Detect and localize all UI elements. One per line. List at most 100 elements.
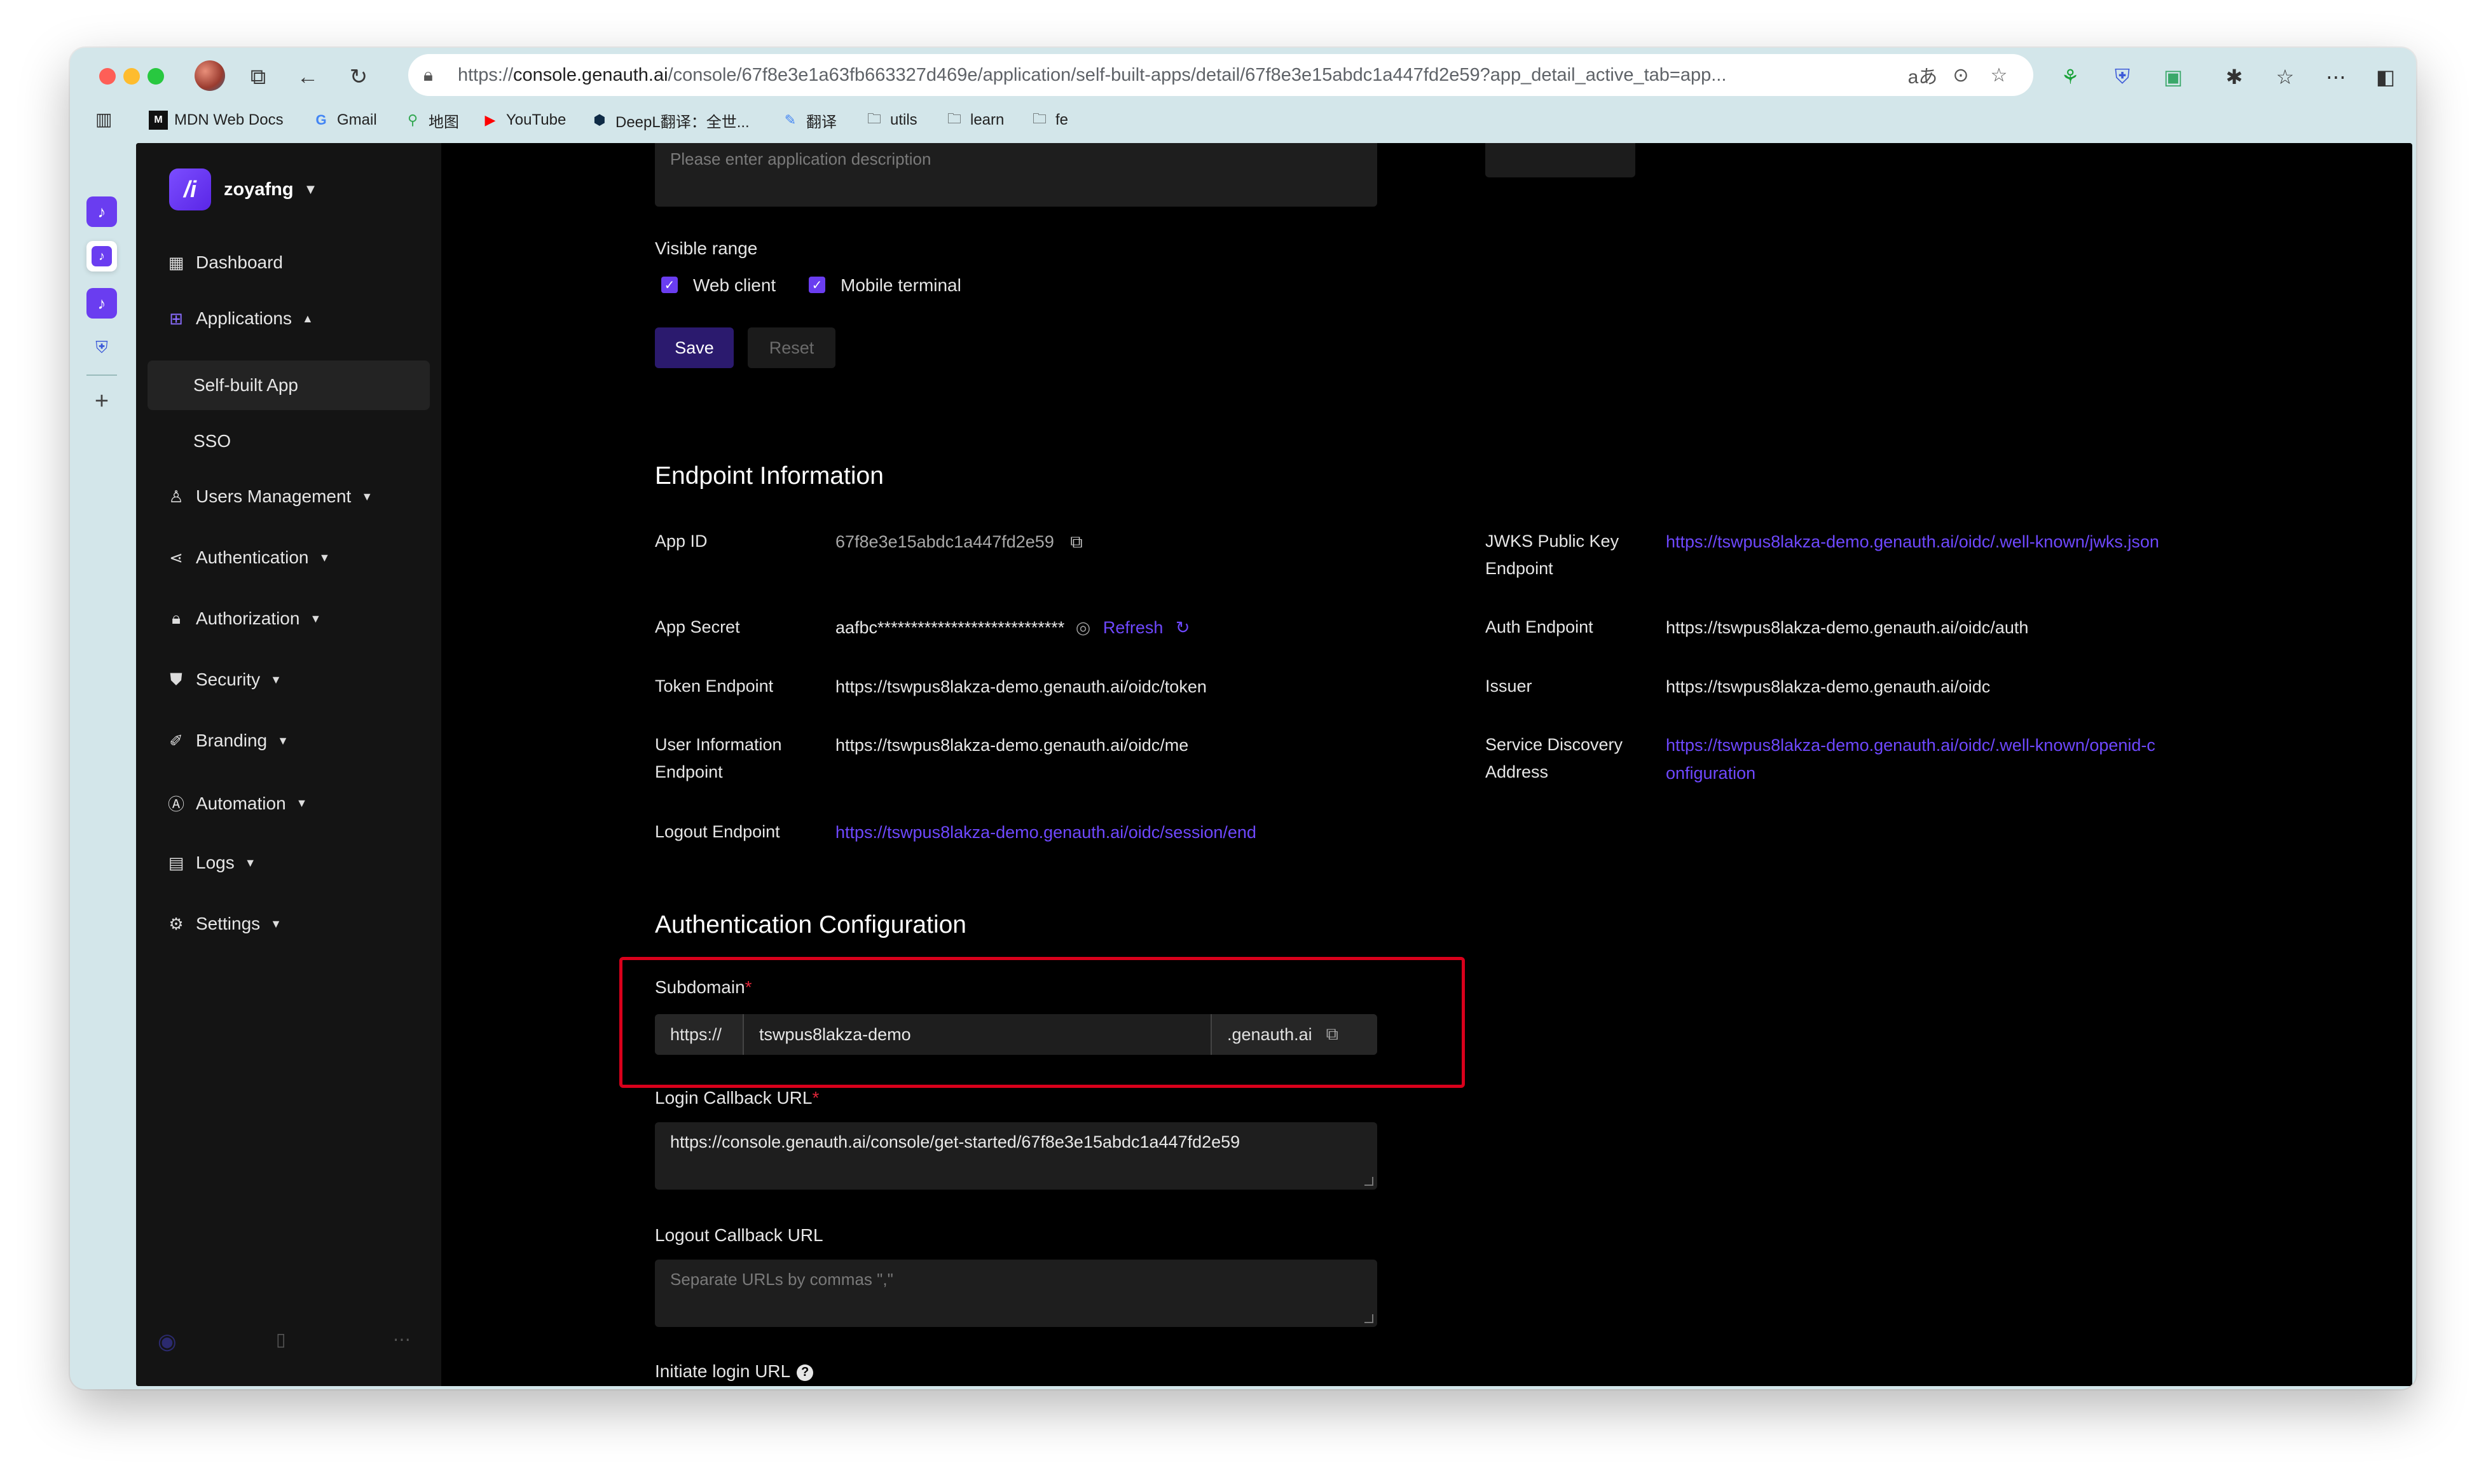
caret-down-icon: ▼ [361, 490, 373, 503]
tabs-icon[interactable]: ⧉ [243, 62, 273, 92]
auth-config-heading: Authentication Configuration [655, 911, 966, 938]
collapse-panel-icon[interactable]: ▯ [276, 1329, 285, 1350]
bookmark-label: 地图 [429, 113, 459, 131]
description-textarea[interactable]: Please enter application description [655, 143, 1377, 207]
add-icon[interactable]: + [86, 386, 117, 416]
token-endpoint-label: Token Endpoint [655, 677, 774, 696]
sidebar-item-users-management[interactable]: ♙ Users Management ▼ [167, 486, 373, 507]
help-question-icon[interactable]: ? [797, 1364, 814, 1381]
issuer-label: Issuer [1485, 677, 1532, 696]
eye-icon[interactable]: ◎ [1076, 618, 1091, 637]
jwks-endpoint-link[interactable]: https://tswpus8lakza-demo.genauth.ai/oid… [1666, 528, 2159, 556]
reading-mode-icon[interactable]: ⊙ [1942, 64, 1980, 86]
discovery-line-1[interactable]: https://tswpus8lakza-demo.genauth.ai/oid… [1666, 731, 2155, 759]
translate-page-icon[interactable]: aあ [1904, 61, 1942, 89]
pinned-shield-icon[interactable]: ⛨ [86, 333, 117, 363]
initiate-login-label-text: Initiate login URL [655, 1361, 791, 1381]
app-id-text: 67f8e3e15abdc1a447fd2e59 [835, 532, 1054, 551]
more-options-icon[interactable]: ⋯ [393, 1329, 411, 1350]
sidebar-item-sso[interactable]: SSO [148, 416, 430, 466]
bookmark-gmail[interactable]: G Gmail [312, 109, 376, 132]
extensions-puzzle-icon[interactable]: ✱ [2219, 62, 2249, 92]
resize-handle[interactable] [1364, 1314, 1373, 1323]
youtube-icon: ▶ [484, 112, 496, 128]
favorite-star-icon[interactable]: ☆ [1980, 64, 2018, 86]
login-callback-textarea[interactable]: https://console.genauth.ai/console/get-s… [655, 1122, 1377, 1190]
bookmark-translate[interactable]: ✎ 翻译 [781, 109, 837, 132]
sidebar-item-self-built-app[interactable]: Self-built App [148, 361, 430, 410]
copy-icon[interactable]: ⧉ [1326, 1024, 1338, 1045]
sidebar-item-automation[interactable]: Ⓐ Automation ▼ [167, 792, 307, 815]
bookmark-mdn[interactable]: M MDN Web Docs [149, 109, 284, 132]
assistant-icon[interactable]: ◉ [158, 1329, 177, 1354]
sidebar-item-security[interactable]: ⛊ Security ▼ [167, 670, 282, 690]
caret-down-icon: ▼ [303, 181, 318, 197]
bookmark-folder-learn[interactable]: 🗀 learn [945, 109, 1004, 132]
extension-square-icon[interactable]: ▣ [2158, 62, 2188, 92]
folder-icon: 🗀 [947, 111, 961, 127]
minimize-window-button[interactable] [123, 68, 140, 85]
console-sidebar: /i zoyafng ▼ ▦ Dashboard ⊞ Applications … [136, 143, 441, 1386]
close-window-button[interactable] [99, 68, 116, 85]
org-logo-icon: /i [169, 168, 211, 210]
refresh-icon[interactable]: ↻ [1176, 618, 1190, 637]
logo-upload-area[interactable] [1485, 143, 1635, 177]
bookmark-label: MDN Web Docs [174, 111, 284, 128]
bookmark-maps[interactable]: ⚲ 地图 [403, 109, 459, 132]
more-menu-icon[interactable]: ⋯ [2321, 62, 2351, 92]
bookmark-label: learn [970, 111, 1005, 128]
pinned-app-active-icon[interactable]: ♪ [86, 241, 117, 271]
sidebar-item-logs[interactable]: ▤ Logs ▼ [167, 853, 256, 873]
app-secret-label: App Secret [655, 617, 740, 636]
extension-shield-icon[interactable]: ⛨ [2107, 62, 2138, 92]
sidebar-item-branding[interactable]: ✐ Branding ▼ [167, 731, 289, 751]
extension-green-icon[interactable]: ⚘ [2055, 62, 2085, 92]
subdomain-input[interactable]: tswpus8lakza-demo [759, 1014, 911, 1055]
maximize-window-button[interactable] [148, 68, 164, 85]
bookmark-deepl[interactable]: ⬢ DeepL翻译：全世... [590, 109, 749, 132]
sidebar-item-dashboard[interactable]: ▦ Dashboard [167, 252, 283, 273]
main-content: Please enter application description Vis… [441, 143, 2412, 1386]
folder-icon: 🗀 [867, 111, 881, 127]
sidebar-item-authentication[interactable]: ⋖ Authentication ▼ [167, 547, 330, 568]
site-info-icon[interactable]: 🔒︎ [423, 65, 449, 86]
reset-button[interactable]: Reset [748, 327, 835, 368]
sidebar-panel-icon[interactable]: ▥ [95, 109, 118, 132]
sidebar-item-label: Branding [196, 731, 268, 750]
bookmark-folder-fe[interactable]: 🗀 fe [1030, 109, 1068, 132]
favorites-icon[interactable]: ☆ [2270, 62, 2300, 92]
web-client-checkbox[interactable]: ✓ [661, 277, 678, 293]
pinned-app-icon[interactable]: ♪ [86, 196, 117, 227]
reload-icon[interactable]: ↻ [343, 62, 374, 92]
resize-handle[interactable] [1364, 1177, 1373, 1186]
copy-icon[interactable]: ⧉ [1070, 532, 1082, 551]
userinfo-endpoint-value: https://tswpus8lakza-demo.genauth.ai/oid… [835, 736, 1189, 755]
sidebar-item-applications[interactable]: ⊞ Applications ▲ [167, 308, 313, 329]
mobile-terminal-checkbox[interactable]: ✓ [809, 277, 825, 293]
browser-edge-sidebar: ♪ ♪ ♪ ⛨ + [70, 138, 134, 1389]
discovery-address-link[interactable]: https://tswpus8lakza-demo.genauth.ai/oid… [1666, 731, 2155, 787]
pinned-app-icon[interactable]: ♪ [86, 288, 117, 319]
address-bar[interactable]: 🔒︎ https://console.genauth.ai/console/67… [408, 54, 2033, 96]
app-frame: /i zoyafng ▼ ▦ Dashboard ⊞ Applications … [136, 143, 2412, 1386]
caret-down-icon: ▼ [270, 917, 282, 930]
bookmark-folder-utils[interactable]: 🗀 utils [865, 109, 917, 132]
bookmark-youtube[interactable]: ▶ YouTube [481, 109, 567, 132]
sidebar-item-authorization[interactable]: 🔒︎ Authorization ▼ [167, 608, 321, 629]
url-text[interactable]: https://console.genauth.ai/console/67f8e… [458, 65, 1904, 86]
sidebar-toggle-icon[interactable]: ◧ [2370, 62, 2401, 92]
back-arrow-icon[interactable]: ← [292, 62, 323, 92]
discovery-line-2[interactable]: onfiguration [1666, 759, 2155, 787]
sidebar-item-settings[interactable]: ⚙ Settings ▼ [167, 914, 282, 934]
logout-endpoint-link[interactable]: https://tswpus8lakza-demo.genauth.ai/oid… [835, 818, 1256, 846]
app-id-label: App ID [655, 532, 708, 551]
subdomain-label-text: Subdomain [655, 977, 745, 997]
refresh-secret-link[interactable]: Refresh [1103, 618, 1164, 637]
profile-avatar[interactable] [195, 60, 225, 91]
required-mark: * [745, 977, 752, 997]
logout-callback-textarea[interactable]: Separate URLs by commas "," [655, 1260, 1377, 1327]
lock-icon: 🔒︎ [172, 608, 181, 628]
save-button[interactable]: Save [655, 327, 734, 368]
sidebar-item-label: Authorization [196, 608, 300, 628]
org-switcher[interactable]: /i zoyafng ▼ [169, 168, 317, 210]
